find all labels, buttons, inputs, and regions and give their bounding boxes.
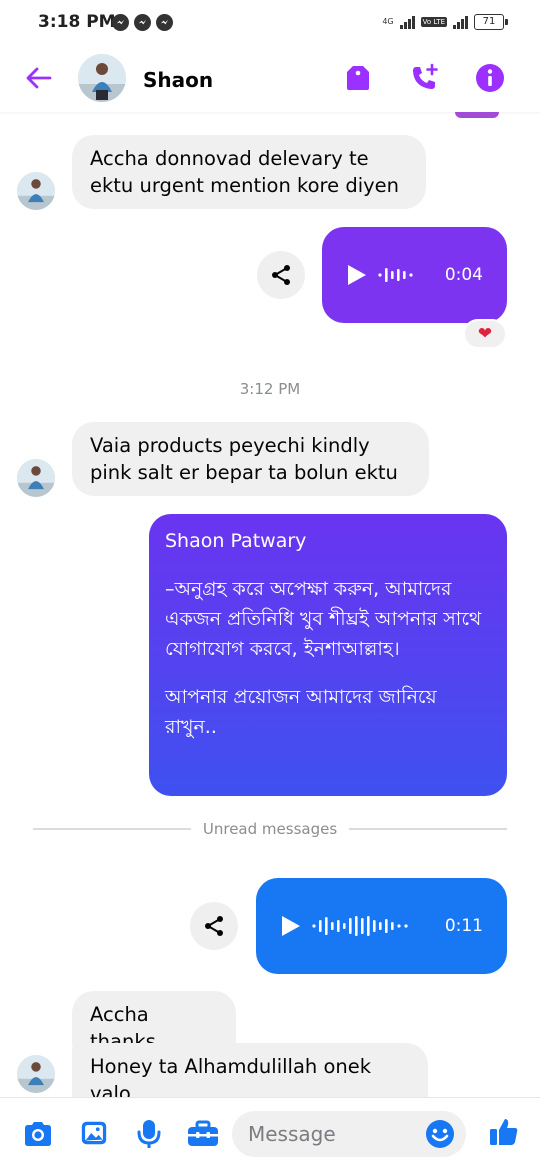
info-icon — [476, 64, 504, 92]
avatar[interactable] — [17, 172, 55, 210]
reaction-heart[interactable]: ❤ — [463, 319, 507, 349]
volte-badge: Vo LTE — [420, 17, 447, 27]
unread-divider: Unread messages — [33, 819, 508, 839]
message-text: আপনার প্রয়োজন আমাদের জানিয়ে রাখুন.. — [165, 686, 437, 738]
microphone-icon — [137, 1120, 161, 1148]
share-icon — [205, 916, 223, 936]
incoming-message[interactable]: Honey ta Alhamdulillah onek valo — [72, 1043, 428, 1097]
voice-message[interactable]: 0:11 — [256, 878, 507, 974]
outgoing-message[interactable]: Shaon Patwary –অনুগ্রহ করে অপেক্ষা করুন,… — [149, 514, 507, 796]
voice-duration: 0:04 — [444, 265, 483, 285]
play-icon[interactable] — [278, 914, 302, 938]
messenger-notification-icon — [156, 14, 173, 31]
voice-message[interactable]: 0:04 — [322, 227, 507, 323]
avatar[interactable] — [17, 1055, 55, 1093]
composer — [0, 1097, 540, 1170]
message-text: Vaia products peyechi kindly pink salt e… — [90, 434, 398, 484]
phone-plus-icon — [413, 63, 438, 89]
like-button[interactable] — [488, 1116, 520, 1148]
messenger-notification-icon — [112, 14, 129, 31]
arrow-left-icon — [26, 67, 52, 89]
network-type: 4G — [382, 17, 394, 26]
message-sender: Shaon Patwary — [165, 530, 307, 552]
thumbs-up-icon — [490, 1119, 518, 1145]
message-list[interactable]: Accha donnovad delevary te ektu urgent m… — [0, 112, 540, 1097]
battery-icon: 71 — [474, 14, 508, 30]
voice-duration: 0:11 — [444, 916, 483, 936]
signal-icon — [453, 15, 468, 29]
tag-icon — [347, 66, 369, 90]
tag-button[interactable] — [342, 62, 374, 94]
message-text: Honey ta Alhamdulillah onek valo — [90, 1055, 372, 1097]
chat-header: Shaon — [0, 48, 540, 112]
notification-icons — [112, 14, 173, 31]
waveform-icon — [378, 268, 413, 282]
business-tools-button[interactable] — [186, 1118, 218, 1150]
incoming-message[interactable]: Vaia products peyechi kindly pink salt e… — [72, 422, 429, 496]
battery-level: 71 — [482, 16, 496, 27]
signal-icon — [399, 15, 415, 29]
message-text: –অনুগ্রহ করে অপেক্ষা করুন, আমাদের একজন প… — [165, 578, 482, 660]
heart-icon: ❤ — [477, 324, 493, 344]
share-icon — [272, 265, 290, 285]
waveform-icon — [312, 916, 408, 936]
camera-button[interactable] — [22, 1118, 54, 1150]
share-button[interactable] — [257, 251, 305, 299]
previous-message-reaction — [455, 112, 499, 118]
emoji-button[interactable] — [424, 1118, 456, 1150]
share-button[interactable] — [190, 902, 238, 950]
contact-name[interactable]: Shaon — [143, 68, 213, 92]
message-text: Accha donnovad delevary te ektu urgent m… — [90, 147, 400, 197]
smiley-icon — [426, 1120, 454, 1148]
incoming-message[interactable]: Accha donnovad delevary te ektu urgent m… — [72, 135, 426, 209]
info-button[interactable] — [474, 62, 506, 94]
add-call-button[interactable] — [409, 62, 441, 94]
system-indicators: 4G Vo LTE 71 — [382, 14, 508, 30]
voice-record-button[interactable] — [134, 1118, 166, 1150]
play-icon[interactable] — [344, 263, 368, 287]
unread-label: Unread messages — [202, 820, 338, 838]
messenger-notification-icon — [134, 14, 151, 31]
image-icon — [81, 1121, 107, 1145]
avatar[interactable] — [17, 459, 55, 497]
contact-avatar[interactable] — [78, 54, 126, 102]
gallery-button[interactable] — [79, 1118, 111, 1150]
back-button[interactable] — [24, 63, 54, 93]
status-bar: 3:18 PM 4G Vo LTE 71 — [0, 0, 540, 48]
time-divider: 3:12 PM — [239, 380, 301, 398]
toolbox-icon — [188, 1120, 218, 1146]
camera-icon — [25, 1122, 51, 1146]
status-time: 3:18 PM — [38, 12, 116, 32]
